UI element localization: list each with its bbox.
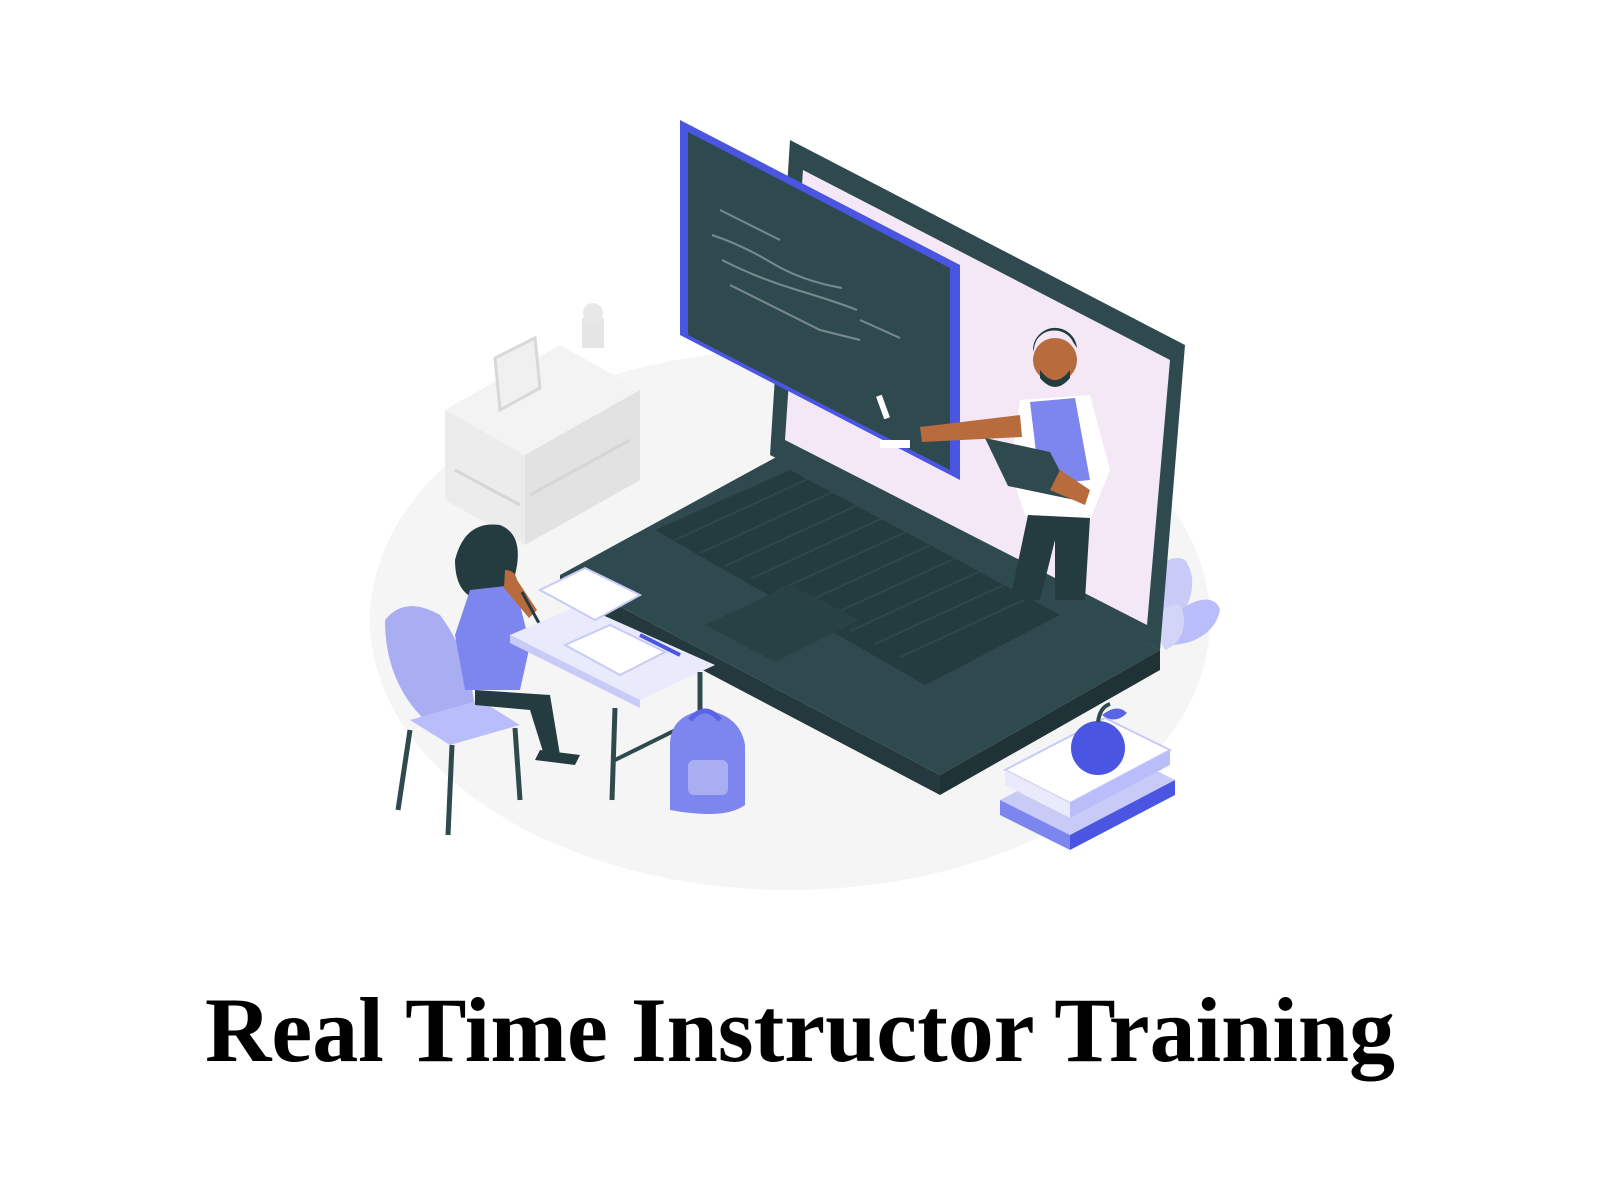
page: Real Time Instructor Training: [0, 0, 1600, 1200]
backpack-icon: [670, 708, 745, 814]
page-title: Real Time Instructor Training: [204, 979, 1396, 1081]
online-instructor-training-illustration-icon: [370, 120, 1220, 890]
online-training-illustration: [0, 0, 1600, 920]
